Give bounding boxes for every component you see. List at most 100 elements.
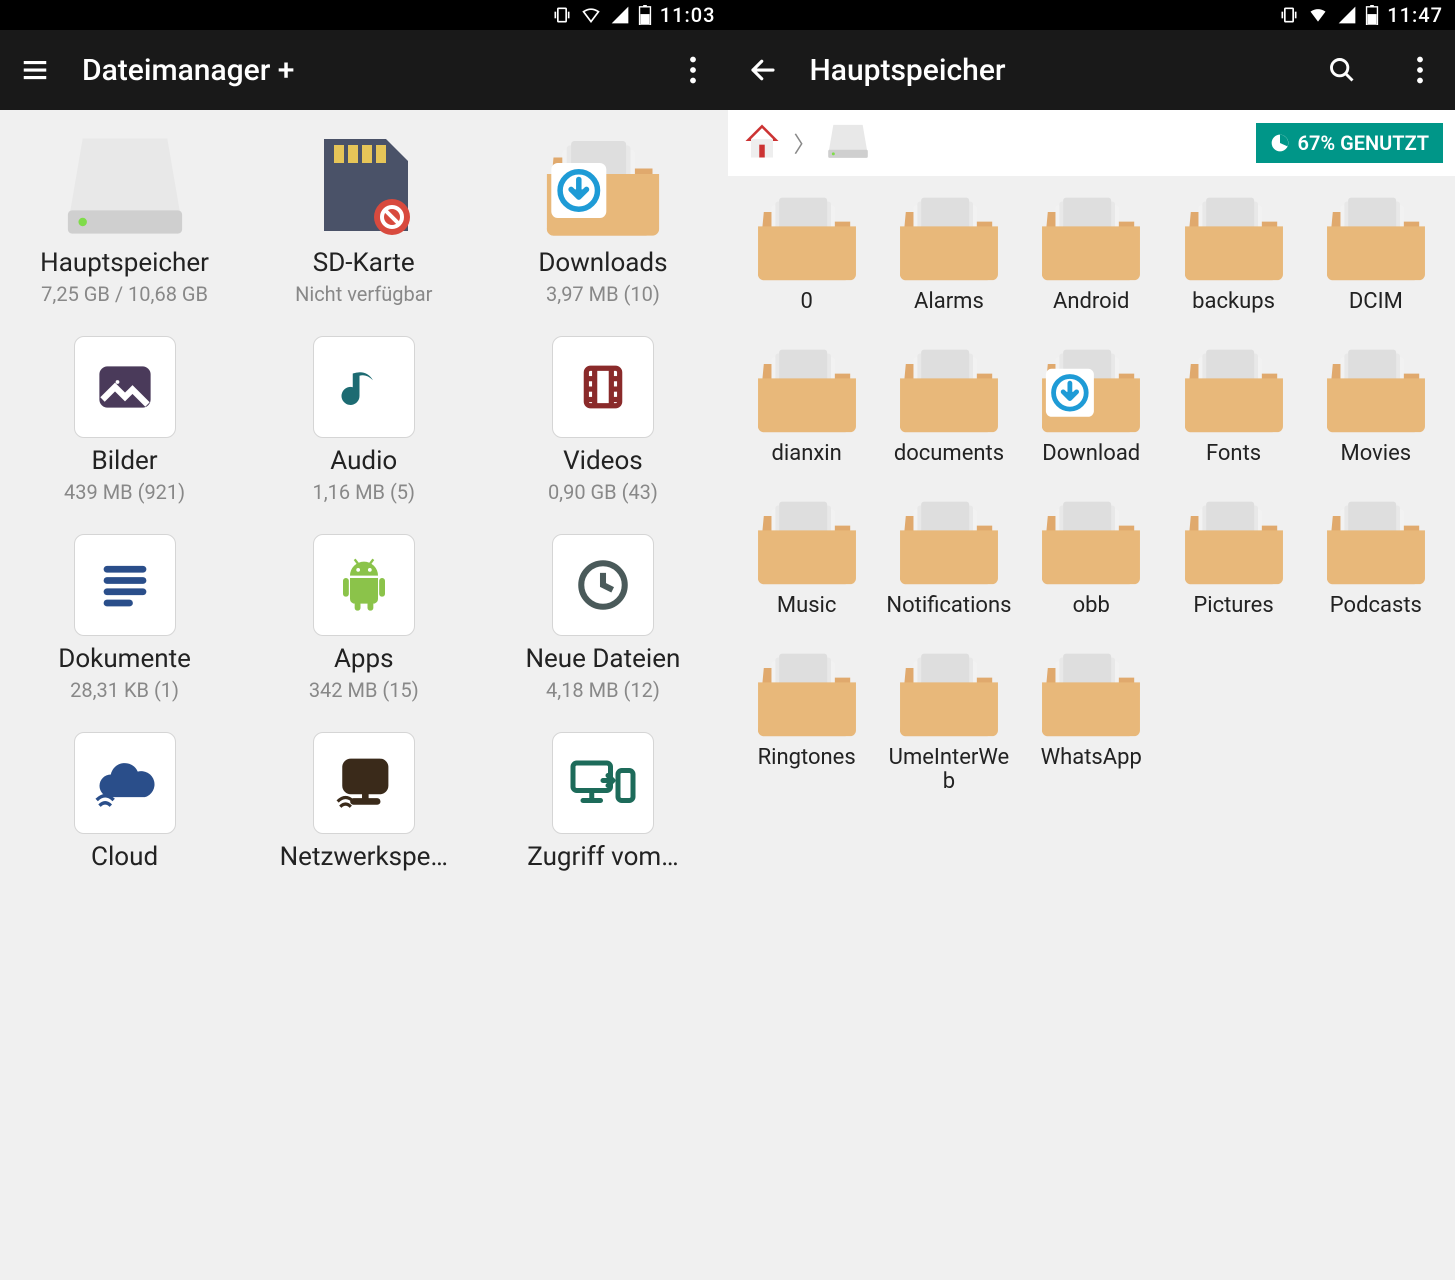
cat-label: Videos bbox=[563, 446, 643, 476]
vibrate-icon bbox=[552, 5, 572, 25]
cat-label: Downloads bbox=[538, 248, 667, 278]
status-bar: 11:03 bbox=[0, 0, 728, 30]
usage-label: 67% GENUTZT bbox=[1298, 131, 1429, 155]
cat-netzwerk[interactable]: Netzwerkspe… bbox=[249, 732, 478, 872]
folder-icon bbox=[894, 340, 1004, 436]
cat-audio[interactable]: Audio 1,16 MB (5) bbox=[249, 336, 478, 504]
folder-icon bbox=[1321, 340, 1431, 436]
folder-item[interactable]: Ringtones bbox=[742, 644, 872, 794]
cat-sdkarte[interactable]: SD-Karte Nicht verfügbar bbox=[249, 130, 478, 306]
signal-icon bbox=[610, 5, 630, 25]
folder-icon bbox=[752, 492, 862, 588]
hdd-icon bbox=[60, 130, 190, 240]
more-icon[interactable] bbox=[676, 53, 710, 87]
folder-label: Download bbox=[1042, 442, 1140, 470]
recent-icon bbox=[552, 534, 654, 636]
folder-icon bbox=[752, 340, 862, 436]
cat-sub: 7,25 GB / 10,68 GB bbox=[41, 282, 208, 306]
folder-icon bbox=[1321, 188, 1431, 284]
back-icon[interactable] bbox=[746, 53, 780, 87]
cat-bilder[interactable]: Bilder 439 MB (921) bbox=[10, 336, 239, 504]
cat-cloud[interactable]: Cloud bbox=[10, 732, 239, 872]
folder-item[interactable]: 0 bbox=[742, 188, 872, 318]
cat-sub: 28,31 KB (1) bbox=[70, 678, 179, 702]
folder-label: Notifications bbox=[886, 594, 1011, 622]
cat-label: SD-Karte bbox=[313, 248, 415, 278]
folder-icon bbox=[752, 644, 862, 740]
phone-right: 11:47 Hauptspeicher 〉 67% GENUTZT bbox=[728, 0, 1455, 1280]
folder-item[interactable]: Movies bbox=[1311, 340, 1441, 470]
folder-item[interactable]: Download bbox=[1026, 340, 1156, 470]
more-icon[interactable] bbox=[1403, 53, 1437, 87]
drive-icon[interactable] bbox=[826, 121, 870, 165]
folder-item[interactable]: WhatsApp bbox=[1026, 644, 1156, 794]
cat-videos[interactable]: Videos 0,90 GB (43) bbox=[488, 336, 717, 504]
folder-label: Music bbox=[777, 594, 837, 622]
cat-downloads[interactable]: Downloads 3,97 MB (10) bbox=[488, 130, 717, 306]
signal-icon bbox=[1337, 5, 1357, 25]
home-icon[interactable] bbox=[740, 119, 784, 167]
cat-label: Hauptspeicher bbox=[40, 248, 209, 278]
folder-item[interactable]: backups bbox=[1168, 188, 1298, 318]
cat-sub: 1,16 MB (5) bbox=[312, 480, 415, 504]
cat-dokumente[interactable]: Dokumente 28,31 KB (1) bbox=[10, 534, 239, 702]
wifi-icon bbox=[580, 5, 602, 25]
folder-label: UmeInterWeb bbox=[884, 746, 1014, 794]
cat-sub: 342 MB (15) bbox=[309, 678, 419, 702]
battery-icon bbox=[1365, 5, 1379, 25]
folder-view: 〉 67% GENUTZT 0AlarmsAndroidbackupsDCIMd… bbox=[728, 110, 1455, 1280]
cat-label: Netzwerkspe… bbox=[280, 842, 448, 872]
cat-sub: 439 MB (921) bbox=[64, 480, 185, 504]
download-folder-icon bbox=[538, 130, 668, 240]
cat-label: Audio bbox=[330, 446, 397, 476]
folder-item[interactable]: Podcasts bbox=[1311, 492, 1441, 622]
documents-icon bbox=[74, 534, 176, 636]
status-bar: 11:47 bbox=[728, 0, 1455, 30]
folder-label: DCIM bbox=[1349, 290, 1403, 318]
cat-label: Bilder bbox=[92, 446, 158, 476]
cat-label: Apps bbox=[334, 644, 394, 674]
cat-label: Dokumente bbox=[58, 644, 191, 674]
folder-label: Android bbox=[1053, 290, 1129, 318]
folder-icon bbox=[1179, 492, 1289, 588]
folder-item[interactable]: Music bbox=[742, 492, 872, 622]
cat-sub: Nicht verfügbar bbox=[295, 282, 432, 306]
folder-icon bbox=[1036, 492, 1146, 588]
cat-label: Zugriff vom… bbox=[527, 842, 678, 872]
folder-label: Alarms bbox=[914, 290, 984, 318]
cat-zugriff[interactable]: Zugriff vom… bbox=[488, 732, 717, 872]
folder-item[interactable]: DCIM bbox=[1311, 188, 1441, 318]
folder-item[interactable]: Alarms bbox=[884, 188, 1014, 318]
folder-icon bbox=[1179, 340, 1289, 436]
folder-item[interactable]: Android bbox=[1026, 188, 1156, 318]
cat-neue-dateien[interactable]: Neue Dateien 4,18 MB (12) bbox=[488, 534, 717, 702]
network-icon bbox=[313, 732, 415, 834]
folder-item[interactable]: Pictures bbox=[1168, 492, 1298, 622]
vibrate-icon bbox=[1279, 5, 1299, 25]
folder-grid: 0 Alarms Android backups DCIM dianxin document… bbox=[728, 176, 1455, 806]
apps-icon bbox=[313, 534, 415, 636]
folder-item[interactable]: UmeInterWeb bbox=[884, 644, 1014, 794]
folder-item[interactable]: dianxin bbox=[742, 340, 872, 470]
phone-left: 11:03 Dateimanager + Hauptspeicher 7,25 … bbox=[0, 0, 728, 1280]
folder-item[interactable]: documents bbox=[884, 340, 1014, 470]
folder-item[interactable]: obb bbox=[1026, 492, 1156, 622]
folder-icon bbox=[1179, 188, 1289, 284]
folder-label: obb bbox=[1073, 594, 1110, 622]
folder-icon bbox=[1321, 492, 1431, 588]
folder-item[interactable]: Notifications bbox=[884, 492, 1014, 622]
folder-icon bbox=[894, 492, 1004, 588]
hamburger-icon[interactable] bbox=[18, 53, 52, 87]
folder-label: documents bbox=[894, 442, 1004, 470]
cat-hauptspeicher[interactable]: Hauptspeicher 7,25 GB / 10,68 GB bbox=[10, 130, 239, 306]
cat-sub: 4,18 MB (12) bbox=[546, 678, 660, 702]
folder-label: Movies bbox=[1341, 442, 1412, 470]
search-icon[interactable] bbox=[1325, 53, 1359, 87]
cloud-icon bbox=[74, 732, 176, 834]
usage-badge[interactable]: 67% GENUTZT bbox=[1256, 123, 1443, 163]
category-grid: Hauptspeicher 7,25 GB / 10,68 GB SD-Kart… bbox=[10, 130, 718, 872]
cat-apps[interactable]: Apps 342 MB (15) bbox=[249, 534, 478, 702]
folder-item[interactable]: Fonts bbox=[1168, 340, 1298, 470]
category-view: Hauptspeicher 7,25 GB / 10,68 GB SD-Kart… bbox=[0, 110, 728, 1280]
app-bar: Hauptspeicher bbox=[728, 30, 1455, 110]
